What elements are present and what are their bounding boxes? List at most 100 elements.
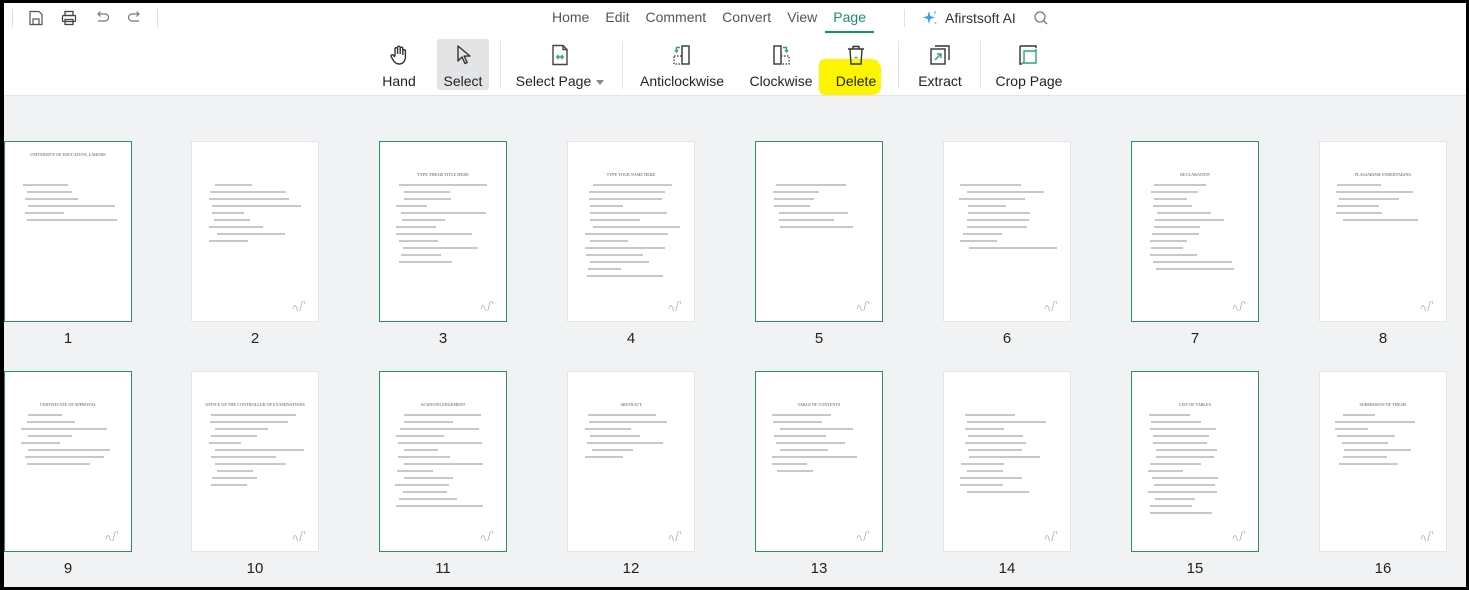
- text-line: [210, 484, 248, 486]
- text-line: [216, 233, 285, 235]
- page-thumbnail[interactable]: TYPE THESIS TITLE HERE: [379, 141, 507, 322]
- text-line: [397, 456, 450, 458]
- page-thumbnail[interactable]: SUBMISSION OF THESIS: [1319, 371, 1447, 552]
- text-line: [584, 456, 624, 458]
- page-heading: PLAGIARISM UNDERTAKING: [1354, 172, 1412, 177]
- text-line: [772, 463, 807, 465]
- text-line: [776, 184, 847, 186]
- text-line: [1152, 205, 1193, 207]
- page-thumbnail[interactable]: TABLE OF CONTENTS: [755, 371, 883, 552]
- text-line: [968, 247, 1057, 249]
- menu-tabs: Home Edit Comment Convert View Page Afir…: [544, 3, 1050, 33]
- text-line: [395, 233, 472, 235]
- text-line: [402, 247, 479, 249]
- tab-view[interactable]: View: [779, 3, 825, 33]
- divider: [500, 41, 501, 89]
- page-thumbnail[interactable]: OFFICE OF THE CONTROLLER OF EXAMINATIONS: [191, 371, 319, 552]
- page-thumbnail[interactable]: LIST OF TABLES: [1131, 371, 1259, 552]
- signature-icon: [1044, 301, 1058, 311]
- text-line: [212, 212, 245, 214]
- search-icon[interactable]: [1032, 9, 1050, 27]
- page-thumbnail[interactable]: DECLARATION: [1131, 141, 1259, 322]
- save-button[interactable]: [19, 7, 52, 29]
- text-line: [589, 261, 650, 263]
- page-thumbnail[interactable]: TYPE YOUR NAME HERE: [567, 141, 695, 322]
- rotate-clockwise-button[interactable]: Clockwise: [746, 39, 816, 90]
- page-heading: DECLARATION: [1180, 172, 1210, 177]
- text-line: [1337, 184, 1381, 186]
- text-line: [779, 449, 828, 451]
- save-icon: [28, 10, 43, 26]
- signature-icon: [668, 531, 682, 541]
- signature-icon: [292, 301, 306, 311]
- text-line: [1342, 456, 1388, 458]
- text-line: [398, 498, 458, 500]
- page-thumbnail-grid: UNIVERSITY OF EDUCATION, LAHORE 1 2 TYPE TH…: [4, 97, 1466, 587]
- page-thumbnail[interactable]: UNIVERSITY OF EDUCATION, LAHORE: [4, 141, 132, 322]
- select-tool-button[interactable]: Select: [437, 39, 489, 90]
- undo-button[interactable]: [85, 7, 118, 29]
- crop-page-label: Crop Page: [995, 73, 1063, 89]
- text-line: [771, 456, 857, 458]
- page-number-label: 3: [438, 330, 448, 347]
- text-line: [208, 226, 263, 228]
- tab-home[interactable]: Home: [544, 3, 597, 33]
- text-line: [24, 456, 104, 458]
- tab-convert[interactable]: Convert: [714, 3, 779, 33]
- trash-icon: [848, 45, 864, 65]
- text-line: [210, 414, 297, 416]
- afirstsoft-ai-button[interactable]: Afirstsoft AI: [921, 9, 1016, 27]
- text-line: [968, 449, 1023, 451]
- page-thumbnail[interactable]: CERTIFICATE OF APPROVAL: [4, 371, 132, 552]
- text-line: [395, 205, 427, 207]
- text-line: [588, 421, 668, 423]
- print-button[interactable]: [52, 7, 85, 29]
- text-line: [589, 435, 640, 437]
- page-thumbnail[interactable]: PLAGIARISM UNDERTAKING: [1319, 141, 1447, 322]
- text-line: [968, 456, 1041, 458]
- tab-page[interactable]: Page: [825, 3, 874, 33]
- page-heading: UNIVERSITY OF EDUCATION, LAHORE: [30, 152, 106, 157]
- page-thumbnail[interactable]: ACKNOWLEDGEMENT: [379, 371, 507, 552]
- select-page-button[interactable]: Select Page: [514, 39, 606, 90]
- text-line: [404, 477, 454, 479]
- text-line: [772, 191, 820, 193]
- crop-page-button[interactable]: Crop Page: [994, 39, 1064, 90]
- tab-edit[interactable]: Edit: [597, 3, 637, 33]
- text-line: [589, 240, 628, 242]
- text-line: [965, 428, 1005, 430]
- text-line: [780, 428, 853, 430]
- rotate-anticlockwise-button[interactable]: Anticlockwise: [639, 39, 725, 90]
- page-thumbnail[interactable]: [755, 141, 883, 322]
- text-line: [778, 212, 849, 214]
- text-line: [22, 184, 69, 186]
- page-thumbnail[interactable]: [943, 371, 1071, 552]
- delete-page-button[interactable]: Delete: [830, 39, 882, 90]
- page-thumbnail[interactable]: [191, 141, 319, 322]
- text-line: [398, 261, 452, 263]
- chevron-down-icon[interactable]: [596, 79, 605, 85]
- signature-icon: [1044, 531, 1058, 541]
- divider: [12, 9, 13, 27]
- extract-label: Extract: [918, 73, 962, 89]
- page-thumbnail[interactable]: [943, 141, 1071, 322]
- divider: [622, 41, 623, 89]
- text-line: [777, 470, 813, 472]
- text-line: [778, 219, 835, 221]
- text-line: [401, 254, 442, 256]
- text-line: [1153, 442, 1208, 444]
- extract-page-button[interactable]: Extract: [912, 39, 968, 90]
- text-line: [26, 219, 117, 221]
- hand-tool-button[interactable]: Hand: [374, 39, 424, 90]
- tab-comment[interactable]: Comment: [637, 3, 714, 33]
- text-line: [209, 442, 241, 444]
- page-heading: ABSTRACT: [620, 402, 642, 407]
- redo-button[interactable]: [118, 7, 151, 29]
- text-line: [1154, 219, 1224, 221]
- page-thumbnail[interactable]: ABSTRACT: [567, 371, 695, 552]
- page-number-label: 8: [1378, 330, 1388, 347]
- text-line: [959, 184, 1022, 186]
- text-line: [967, 212, 1030, 214]
- text-line: [1150, 240, 1188, 242]
- text-line: [210, 421, 289, 423]
